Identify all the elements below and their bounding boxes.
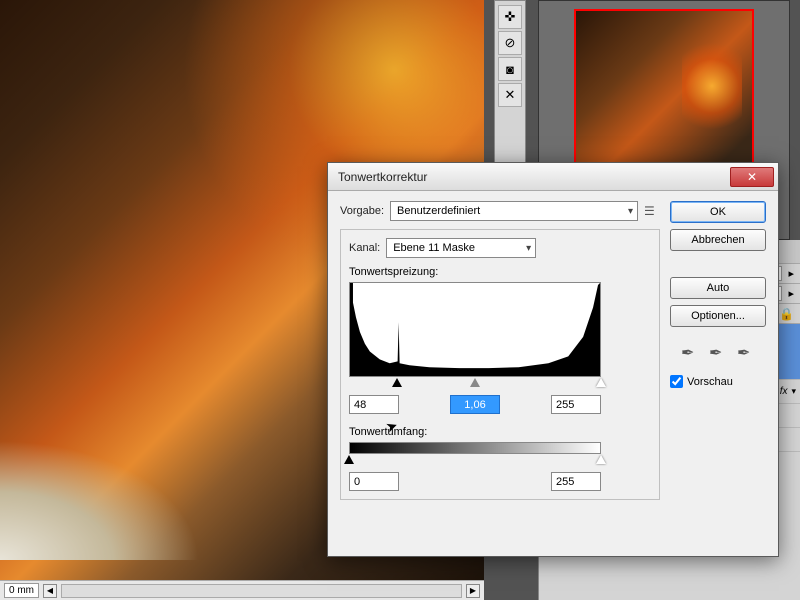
input-levels-label: Tonwertspreizung: <box>349 266 651 278</box>
gamma-handle[interactable] <box>470 378 480 388</box>
scroll-right[interactable]: ▶ <box>466 584 480 598</box>
camera-icon[interactable]: ◙ <box>498 57 522 81</box>
chevron-down-icon[interactable]: ▾ <box>791 386 796 397</box>
preview-checkbox[interactable] <box>670 375 683 388</box>
preset-menu-icon[interactable]: ☰ <box>644 204 660 218</box>
heal-tool-icon[interactable]: ✜ <box>498 5 522 29</box>
options-toolbar: ✜ ⊘ ◙ ✕ <box>494 0 526 170</box>
output-black-field[interactable] <box>349 472 399 491</box>
cancel-button[interactable]: Abbrechen <box>670 229 766 251</box>
output-white-handle[interactable] <box>596 455 606 465</box>
input-gamma-field[interactable] <box>450 395 500 414</box>
output-white-field[interactable] <box>551 472 601 491</box>
options-button[interactable]: Optionen... <box>670 305 766 327</box>
preset-dropdown[interactable]: Benutzerdefiniert <box>390 201 638 221</box>
status-bar: 0 mm ◀ ▶ <box>0 580 484 600</box>
layer-lock-icon[interactable]: 🔒 <box>779 307 794 321</box>
scroll-left[interactable]: ◀ <box>43 584 57 598</box>
chevron-right-icon[interactable]: ▸ <box>788 267 794 280</box>
tools-icon[interactable]: ✕ <box>498 83 522 107</box>
input-slider-track[interactable] <box>349 379 601 389</box>
preset-label: Vorgabe: <box>340 205 384 217</box>
channel-dropdown[interactable]: Ebene 11 Maske <box>386 238 536 258</box>
channel-label: Kanal: <box>349 242 380 254</box>
histogram[interactable] <box>349 282 601 377</box>
zoom-field[interactable]: 0 mm <box>4 583 39 598</box>
fx-label[interactable]: fx <box>780 386 788 397</box>
levels-dialog: Tonwertkorrektur ✕ Vorgabe: Benutzerdefi… <box>327 162 779 557</box>
auto-button[interactable]: Auto <box>670 277 766 299</box>
dialog-title: Tonwertkorrektur <box>338 170 427 184</box>
ok-button[interactable]: OK <box>670 201 766 223</box>
output-black-handle[interactable] <box>344 455 354 465</box>
eyedropper-white-icon[interactable]: ✒ <box>737 343 755 361</box>
eyedropper-black-icon[interactable]: ✒ <box>681 343 699 361</box>
eyedropper-gray-icon[interactable]: ✒ <box>709 343 727 361</box>
output-levels-label: Tonwertumfang: <box>349 426 651 438</box>
close-button[interactable]: ✕ <box>730 167 774 187</box>
preview-label: Vorschau <box>687 376 733 388</box>
output-slider-track[interactable] <box>349 456 601 466</box>
input-white-field[interactable] <box>551 395 601 414</box>
output-gradient[interactable] <box>349 442 601 454</box>
horizontal-scrollbar[interactable] <box>61 584 462 598</box>
blur-tool-icon[interactable]: ⊘ <box>498 31 522 55</box>
chevron-right-icon[interactable]: ▸ <box>788 287 794 300</box>
white-point-handle[interactable] <box>596 378 606 388</box>
input-black-field[interactable] <box>349 395 399 414</box>
dialog-titlebar[interactable]: Tonwertkorrektur ✕ <box>328 163 778 191</box>
black-point-handle[interactable] <box>392 378 402 388</box>
